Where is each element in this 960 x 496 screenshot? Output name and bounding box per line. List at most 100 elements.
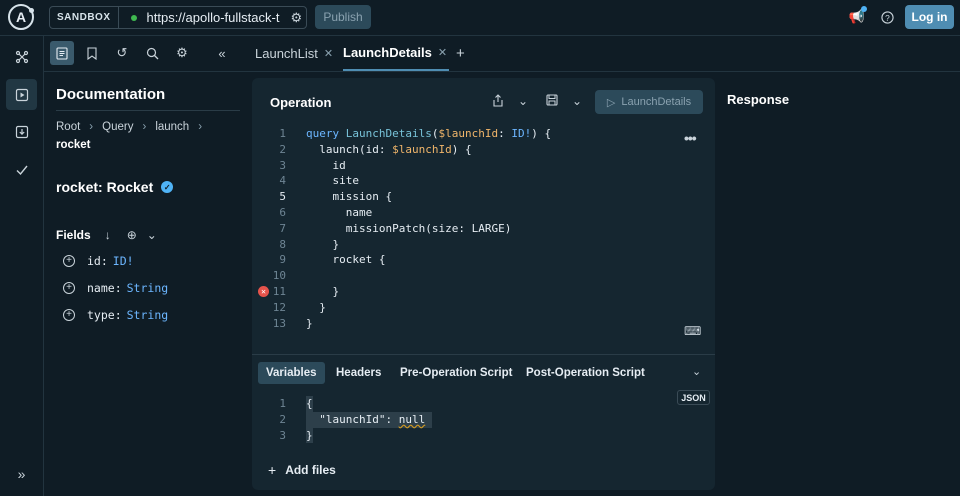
code-text: id — [332, 158, 346, 172]
code-line[interactable]: 13} — [252, 316, 715, 332]
line-number: 11 — [272, 284, 286, 298]
history-icon[interactable]: ↺ — [110, 41, 134, 65]
tab-launchdetails[interactable]: LaunchDetails ✕ — [343, 36, 450, 71]
code-line[interactable]: 8 } — [252, 237, 715, 253]
code-text: rocket { — [332, 253, 386, 267]
line-number: 1 — [279, 127, 286, 140]
search-icon[interactable] — [140, 41, 164, 65]
line-number: 1 — [279, 397, 286, 410]
code-text: launch(id: $launchId) { — [319, 142, 472, 156]
endpoint-url-input[interactable]: https://apollo-fullstack-t — [147, 10, 285, 25]
fields-header: Fields ↓ ⊕ ⌄ — [56, 228, 157, 242]
add-field-plus-icon[interactable]: + — [63, 255, 75, 267]
code-text: missionPatch(size: LARGE) — [345, 221, 512, 235]
endpoint-url-box[interactable]: SANDBOX https://apollo-fullstack-t ⚙ — [49, 6, 307, 29]
new-tab-plus-icon[interactable]: + — [456, 45, 465, 62]
line-number: 5 — [279, 190, 286, 204]
documentation-icon[interactable] — [50, 41, 74, 65]
operation-editor[interactable]: 1 query LaunchDetails($launchId: ID!) { 2 … — [252, 126, 715, 331]
line-number: 13 — [272, 316, 286, 330]
error-x-icon[interactable]: ✕ — [258, 285, 269, 297]
code-line[interactable]: 9 rocket { — [252, 252, 715, 268]
chevron-right-icon: › — [198, 121, 203, 133]
line-number: 7 — [279, 221, 286, 235]
code-text: } — [332, 237, 340, 251]
line-number: 2 — [279, 142, 286, 156]
code-line[interactable]: 4 site — [252, 173, 715, 189]
operation-title: Operation — [270, 95, 332, 110]
close-tab-icon[interactable]: ✕ — [324, 47, 333, 60]
share-icon[interactable] — [492, 94, 504, 110]
code-text: query LaunchDetails($launchId: ID!) { — [306, 127, 552, 140]
code-text: { — [306, 396, 313, 412]
field-row-type[interactable]: + type: String — [63, 308, 168, 322]
publish-button[interactable]: Publish — [315, 5, 371, 29]
code-line[interactable]: 12 } — [252, 300, 715, 316]
verified-check-icon: ✓ — [161, 181, 174, 193]
connection-settings-gear-icon[interactable]: ⚙ — [291, 10, 303, 26]
chevron-down-icon[interactable]: ⌄ — [147, 228, 157, 242]
code-line[interactable]: 1 query LaunchDetails($launchId: ID!) { — [252, 126, 715, 142]
code-text: } — [332, 284, 340, 298]
schema-graph-icon[interactable] — [6, 41, 37, 72]
code-line[interactable]: 2 "launchId": null — [252, 411, 715, 428]
log-in-button[interactable]: Log in — [905, 5, 954, 29]
documentation-panel: Documentation Root › Query › launch › rocket … — [44, 72, 252, 496]
code-line[interactable]: 7 missionPatch(size: LARGE) — [252, 221, 715, 237]
add-field-plus-icon[interactable]: + — [63, 309, 75, 321]
sort-down-arrow-icon[interactable]: ↓ — [105, 228, 111, 242]
add-field-plus-icon[interactable]: + — [63, 282, 75, 294]
explorer-play-icon[interactable] — [6, 79, 37, 110]
save-floppy-icon[interactable] — [546, 94, 558, 109]
line-number: 8 — [279, 237, 286, 251]
code-line[interactable]: 3 id — [252, 158, 715, 174]
breadcrumb-root[interactable]: Root — [56, 121, 80, 133]
code-line[interactable]: 10 — [252, 268, 715, 284]
documentation-title: Documentation — [56, 86, 166, 103]
apollo-logo-icon[interactable]: A — [8, 4, 34, 30]
checks-checkmark-icon[interactable] — [6, 154, 37, 185]
breadcrumb: Root › Query › launch › rocket — [56, 118, 246, 154]
tab-variables[interactable]: Variables — [258, 362, 325, 384]
run-operation-button[interactable]: ▷ LaunchDetails — [595, 90, 703, 114]
tab-launchlist[interactable]: LaunchList ✕ — [255, 36, 333, 71]
tab-pre-operation-script[interactable]: Pre-Operation Script — [392, 362, 520, 384]
field-row-id[interactable]: + id: ID! — [63, 254, 134, 268]
svg-text:?: ? — [885, 12, 890, 22]
breadcrumb-launch[interactable]: launch — [155, 121, 189, 133]
chevron-down-icon[interactable]: ⌄ — [518, 94, 528, 108]
code-line[interactable]: 3} — [252, 427, 715, 444]
tab-post-operation-script[interactable]: Post-Operation Script — [518, 362, 653, 384]
collapse-chevrons-down-icon[interactable]: ⌄ — [692, 365, 701, 378]
close-tab-icon[interactable]: ✕ — [438, 46, 447, 59]
expand-nav-chevrons-icon[interactable]: » — [6, 458, 37, 489]
field-row-name[interactable]: + name: String — [63, 281, 168, 295]
code-text: site — [332, 174, 360, 188]
sandbox-tag: SANDBOX — [50, 7, 119, 28]
variables-editor[interactable]: 1{2 "launchId": null 3} — [252, 396, 715, 444]
chevron-right-icon: › — [142, 121, 147, 133]
response-title: Response — [727, 92, 790, 107]
code-line[interactable]: 6 name — [252, 205, 715, 221]
code-line[interactable]: 5 mission { — [252, 189, 715, 205]
collapse-panel-chevrons-icon[interactable]: « — [210, 41, 234, 65]
explorer-toolbar: ↺ ⚙ « LaunchList ✕ LaunchDetails ✕ + — [44, 36, 960, 72]
add-all-fields-icon[interactable]: ⊕ — [127, 228, 137, 242]
add-files-button[interactable]: + Add files — [268, 462, 336, 478]
download-schema-icon[interactable] — [6, 116, 37, 147]
help-icon[interactable]: ? — [878, 8, 896, 26]
top-bar: A SANDBOX https://apollo-fullstack-t ⚙ P… — [0, 0, 960, 36]
settings-gear-icon[interactable]: ⚙ — [170, 41, 194, 65]
code-line[interactable]: 1{ — [252, 396, 715, 412]
breadcrumb-query[interactable]: Query — [102, 121, 133, 133]
code-line[interactable]: ✕ 11 } — [252, 284, 715, 300]
breadcrumb-current: rocket — [56, 139, 91, 151]
chevron-down-icon[interactable]: ⌄ — [572, 94, 582, 108]
keyboard-shortcuts-icon[interactable]: ⌨ — [684, 324, 701, 338]
code-line[interactable]: 2 launch(id: $launchId) { — [252, 142, 715, 158]
bookmark-icon[interactable] — [80, 41, 104, 65]
line-number: 3 — [279, 428, 286, 442]
line-number: 4 — [279, 174, 286, 188]
tab-headers[interactable]: Headers — [328, 362, 389, 384]
announcements-megaphone-icon[interactable]: 📢 — [848, 6, 867, 26]
